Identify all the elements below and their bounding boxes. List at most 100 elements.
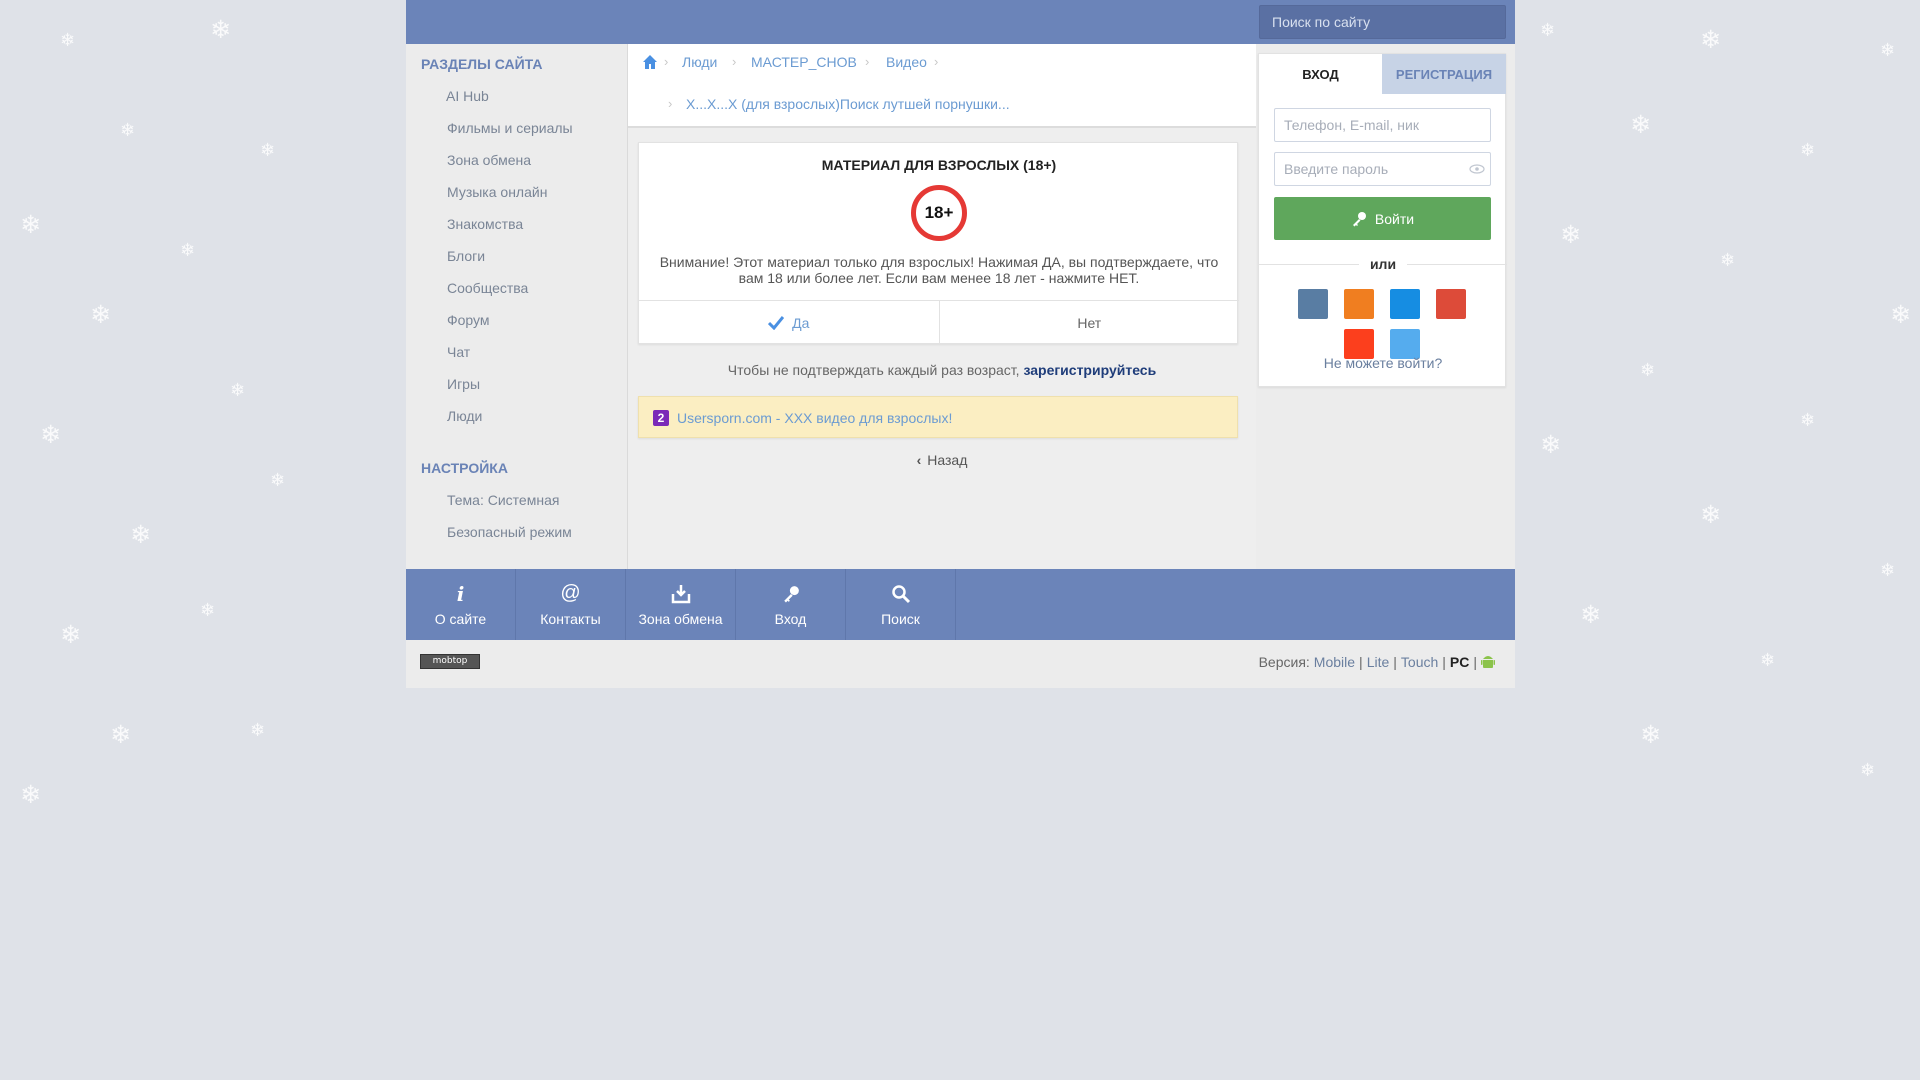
nav-login[interactable]: Вход xyxy=(736,569,846,640)
odnoklassniki-login-icon[interactable] xyxy=(1344,289,1374,319)
snowflake-icon: ❄ xyxy=(1560,220,1581,249)
snowflake-icon: ❄ xyxy=(120,120,136,141)
page: РАЗДЕЛЫ САЙТА AI Hub Фильмы и сериалы Зо… xyxy=(406,0,1515,688)
version-switcher: Версия: Mobile | Lite | Touch | PC | xyxy=(1259,654,1495,670)
login-panel: ВХОД РЕГИСТРАЦИЯ Войти или Не можете вой… xyxy=(1258,53,1507,387)
snowflake-icon: ❄ xyxy=(60,620,81,649)
snowflake-icon: ❄ xyxy=(1800,410,1816,431)
login-submit-button[interactable]: Войти xyxy=(1274,197,1491,240)
snowflake-icon: ❄ xyxy=(1880,560,1896,581)
password-input[interactable] xyxy=(1274,152,1491,186)
snowflake-icon: ❄ xyxy=(180,240,196,261)
sidebar-item-movies[interactable]: Фильмы и сериалы xyxy=(447,120,573,136)
google-login-icon[interactable] xyxy=(1436,289,1466,319)
confirm-yes-button[interactable]: Да xyxy=(639,301,940,344)
nav-exchange-label: Зона обмена xyxy=(638,610,723,627)
version-lite[interactable]: Lite xyxy=(1367,654,1390,670)
nav-about[interactable]: i О сайте xyxy=(406,569,516,640)
adult-warning-text: Внимание! Этот материал только для взрос… xyxy=(659,254,1219,286)
breadcrumb-people[interactable]: Люди xyxy=(682,54,717,70)
site-search-input[interactable] xyxy=(1259,5,1506,39)
sidebar-item-dating[interactable]: Знакомства xyxy=(447,216,523,232)
snowflake-icon: ❄ xyxy=(1540,20,1556,41)
sidebar-item-communities[interactable]: Сообщества xyxy=(447,280,528,296)
sidebar-item-forum[interactable]: Форум xyxy=(447,312,490,328)
home-icon[interactable] xyxy=(642,54,658,70)
sidebar-item-ai-hub[interactable]: AI Hub xyxy=(446,88,489,104)
snowflake-icon: ❄ xyxy=(1890,300,1911,329)
breadcrumb-video[interactable]: Видео xyxy=(886,54,927,70)
confirm-no-label: Нет xyxy=(1077,314,1102,331)
android-icon[interactable] xyxy=(1481,654,1495,670)
breadcrumb-separator-icon: › xyxy=(934,54,939,69)
chevron-left-icon: ‹ xyxy=(916,452,922,468)
sidebar-item-blogs[interactable]: Блоги xyxy=(447,248,485,264)
nav-search-label: Поиск xyxy=(881,610,920,627)
snowflake-icon: ❄ xyxy=(1760,650,1776,671)
version-mobile[interactable]: Mobile xyxy=(1314,654,1355,670)
nav-exchange[interactable]: Зона обмена xyxy=(626,569,736,640)
snowflake-icon: ❄ xyxy=(1640,360,1656,381)
register-link[interactable]: зарегистрируйтесь xyxy=(1023,362,1156,378)
sidebar-item-safe-mode[interactable]: Безопасный режим xyxy=(447,524,572,540)
top-bar xyxy=(406,0,1515,44)
age-18-badge: 18+ xyxy=(911,185,967,241)
ad-link[interactable]: Usersporn.com - XXX видео для взрослых! xyxy=(677,410,952,426)
sidebar-settings-title: НАСТРОЙКА xyxy=(421,460,508,476)
tab-login[interactable]: ВХОД xyxy=(1259,54,1382,94)
sidebar-item-exchange[interactable]: Зона обмена xyxy=(447,152,531,168)
info-icon: i xyxy=(456,581,465,606)
tab-register[interactable]: РЕГИСТРАЦИЯ xyxy=(1382,54,1506,94)
nav-contacts[interactable]: @ Контакты xyxy=(516,569,626,640)
login-identifier-input[interactable] xyxy=(1274,108,1491,142)
version-separator: | xyxy=(1393,654,1397,670)
mailru-login-icon[interactable] xyxy=(1390,289,1420,319)
snowflake-icon: ❄ xyxy=(1800,140,1816,161)
or-label: или xyxy=(1359,256,1407,272)
sidebar-item-games[interactable]: Игры xyxy=(447,376,480,392)
breadcrumb-separator-icon: › xyxy=(664,54,669,69)
key-icon xyxy=(782,583,800,605)
snowflake-icon: ❄ xyxy=(1700,500,1721,529)
version-separator: | xyxy=(1473,654,1477,670)
version-touch[interactable]: Touch xyxy=(1401,654,1438,670)
breadcrumb: › Люди › МАСТЕР_СНОВ › Видео › › X...X..… xyxy=(628,44,1256,128)
sidebar: РАЗДЕЛЫ САЙТА AI Hub Фильмы и сериалы Зо… xyxy=(406,44,628,569)
breadcrumb-user[interactable]: МАСТЕР_СНОВ xyxy=(751,54,857,70)
snowflake-icon: ❄ xyxy=(1860,760,1876,781)
snowflake-icon: ❄ xyxy=(210,15,231,44)
snowflake-icon: ❄ xyxy=(130,520,151,549)
back-link[interactable]: ‹ Назад xyxy=(628,452,1256,468)
vk-login-icon[interactable] xyxy=(1298,289,1328,319)
snowflake-icon: ❄ xyxy=(40,420,61,449)
adult-warning-title: МАТЕРИАЛ ДЛЯ ВЗРОСЛЫХ (18+) xyxy=(821,157,1057,173)
version-separator: | xyxy=(1442,654,1446,670)
snowflake-icon: ❄ xyxy=(260,140,276,161)
breadcrumb-current[interactable]: X...X...X (для взрослых)Поиск лутшей пор… xyxy=(686,96,1010,112)
back-label: Назад xyxy=(927,452,968,468)
breadcrumb-separator-icon: › xyxy=(865,54,870,69)
nav-search[interactable]: Поиск xyxy=(846,569,956,640)
snowflake-icon: ❄ xyxy=(1880,40,1896,61)
confirm-no-button[interactable]: Нет xyxy=(940,301,1240,344)
key-icon xyxy=(1352,211,1366,226)
sidebar-item-theme[interactable]: Тема: Системная xyxy=(447,492,559,508)
cant-login-link[interactable]: Не можете войти? xyxy=(1259,355,1507,371)
search-icon xyxy=(891,583,911,605)
sidebar-item-music[interactable]: Музыка онлайн xyxy=(447,184,547,200)
snowflake-icon: ❄ xyxy=(20,210,41,239)
eye-icon[interactable] xyxy=(1469,164,1485,174)
sidebar-item-people[interactable]: Люди xyxy=(447,408,482,424)
version-pc[interactable]: PC xyxy=(1450,654,1469,670)
snowflake-icon: ❄ xyxy=(90,300,111,329)
snowflake-icon: ❄ xyxy=(250,720,266,741)
snowflake-icon: ❄ xyxy=(1630,110,1651,139)
sidebar-item-chat[interactable]: Чат xyxy=(447,344,470,360)
footer: mobtop Версия: Mobile | Lite | Touch | P… xyxy=(406,640,1515,688)
at-icon: @ xyxy=(560,582,581,604)
breadcrumb-separator-icon: › xyxy=(732,54,737,69)
mobtop-counter[interactable]: mobtop xyxy=(420,654,480,669)
download-icon xyxy=(671,583,691,605)
snowflake-icon: ❄ xyxy=(1720,250,1736,271)
login-submit-label: Войти xyxy=(1374,210,1415,227)
